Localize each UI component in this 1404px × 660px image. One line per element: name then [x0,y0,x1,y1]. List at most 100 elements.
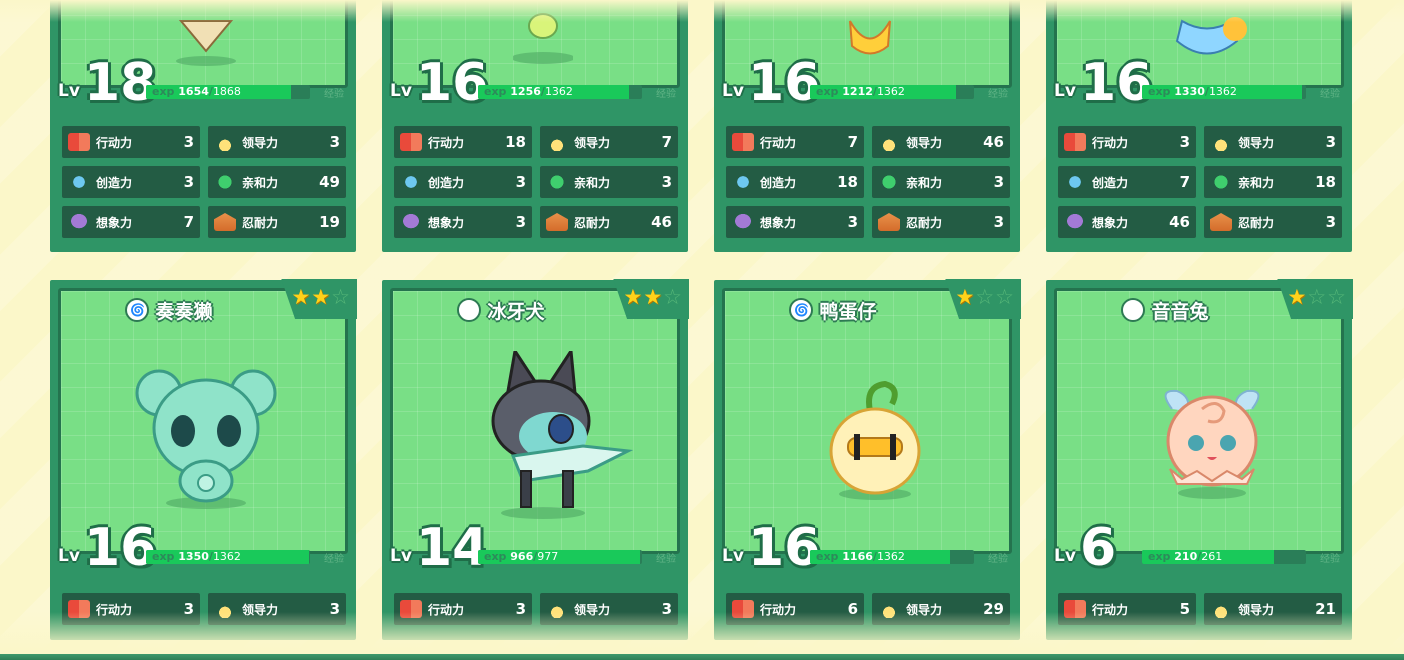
stat-imagination: 想象力 3 [726,206,864,238]
exp-button[interactable]: 经验 [324,85,344,100]
creature-card[interactable]: 🌀 鸭蛋仔 ★ ☆ ☆ Lv 16 exp 1166/1362 经验 行动力 6 领导… [714,279,1021,640]
exp-progress-bar: exp 1166/1362 [810,550,974,564]
lv-label: Lv [1054,81,1076,101]
imagination-icon [400,213,422,231]
star-empty-icon: ☆ [975,285,995,309]
star-filled-icon: ★ [1287,285,1307,309]
exp-text: exp 1350/1362 [152,550,241,563]
star-empty-icon: ☆ [1307,285,1327,309]
stat-affinity: 亲和力 3 [872,166,1010,198]
level-bar: Lv 14 exp 966/977 经验 [390,522,680,574]
affinity-icon [1210,173,1232,191]
level-bar: Lv 16 exp 1350/1362 经验 [58,522,348,574]
creature-name: 音音兔 [1151,300,1209,323]
creature-card[interactable]: 🌀 奏奏獭 ★ ★ ☆ Lv 16 exp 1350/1362 经验 行动力 3 领导… [50,279,357,640]
stats-grid: 行动力 3 领导力 3 创造力 3 亲和力 49 想象力 7 忍耐力 19 [62,126,348,238]
stat-creativity: 创造力 18 [726,166,864,198]
exp-button[interactable]: 经验 [988,550,1008,565]
action-icon [1064,133,1086,151]
star-filled-icon: ★ [291,285,311,309]
fairy-flower-icon: ✿ [1121,298,1146,322]
level-bar: Lv 16 exp 1256/1362 经验 [390,57,680,109]
creature-card[interactable]: Lv 16 exp 1256/1362 经验 行动力 18 领导力 7 创造力 3 亲… [382,0,688,252]
lv-label: Lv [390,81,412,101]
exp-button[interactable]: 经验 [988,85,1008,100]
star-empty-icon: ☆ [663,285,682,309]
exp-text: exp 966/977 [484,550,559,563]
level-bar: Lv 18 exp 1654/1868 经验 [58,57,348,109]
rarity-stars: ★ ★ ☆ [292,286,350,308]
top-fade [0,0,1404,22]
level-number: 16 [84,518,157,578]
creativity-icon [68,173,90,191]
exp-button[interactable]: 经验 [656,85,676,100]
star-filled-icon: ★ [643,285,663,309]
stat-leadership: 领导力 46 [872,126,1010,158]
creature-name: 冰牙犬 [487,300,545,323]
star-empty-icon: ☆ [995,285,1014,309]
lv-label: Lv [390,546,412,566]
lv-label: Lv [58,546,80,566]
level-number: 16 [1080,53,1153,113]
affinity-icon [878,173,900,191]
star-filled-icon: ★ [955,285,975,309]
stats-grid: 行动力 18 领导力 7 创造力 3 亲和力 3 想象力 3 忍耐力 46 [394,126,680,238]
stat-leadership: 领导力 7 [540,126,678,158]
leadership-icon [546,133,568,151]
exp-button[interactable]: 经验 [1320,550,1340,565]
creativity-icon [400,173,422,191]
stat-creativity: 创造力 3 [394,166,532,198]
level-bar: Lv 16 exp 1166/1362 经验 [722,522,1012,574]
stat-endurance: 忍耐力 46 [540,206,678,238]
stats-grid: 行动力 7 领导力 46 创造力 18 亲和力 3 想象力 3 忍耐力 3 [726,126,1012,238]
stat-action: 行动力 7 [726,126,864,158]
stat-endurance: 忍耐力 3 [872,206,1010,238]
action-icon [732,133,754,151]
exp-button[interactable]: 经验 [656,550,676,565]
creature-card[interactable]: ✿ 音音兔 ★ ☆ ☆ Lv 6 exp 210/261 经验 行动力 5 领导力 21 [1046,279,1353,640]
lv-label: Lv [58,81,80,101]
stat-leadership: 领导力 3 [208,126,346,158]
creature-card[interactable]: Lv 18 exp 1654/1868 经验 行动力 3 领导力 3 创造力 3 亲和… [50,0,356,252]
creature-name-tab: ❄ 冰牙犬 [390,290,612,330]
action-icon [400,133,422,151]
level-number: 16 [748,53,821,113]
stat-affinity: 亲和力 3 [540,166,678,198]
stat-action: 行动力 3 [1058,126,1196,158]
stat-endurance: 忍耐力 19 [208,206,346,238]
exp-text: exp 1212/1362 [816,85,905,98]
creature-card[interactable]: Lv 16 exp 1212/1362 经验 行动力 7 领导力 46 创造力 18 … [714,0,1020,252]
rarity-stars: ★ ★ ☆ [624,286,682,308]
creature-card[interactable]: ❄ 冰牙犬 ★ ★ ☆ Lv 14 exp 966/977 经验 行动力 3 领导力 3 [382,279,689,640]
stat-imagination: 想象力 46 [1058,206,1196,238]
stat-creativity: 创造力 3 [62,166,200,198]
affinity-icon [214,173,236,191]
stat-imagination: 想象力 7 [62,206,200,238]
level-number: 16 [416,53,489,113]
creature-card[interactable]: Lv 16 exp 1330/1362 经验 行动力 3 领导力 3 创造力 7 亲和… [1046,0,1352,252]
imagination-icon [68,213,90,231]
level-number: 6 [1080,518,1117,578]
imagination-icon [732,213,754,231]
exp-progress-bar: exp 1256/1362 [478,85,642,99]
stat-action: 行动力 3 [62,126,200,158]
stat-leadership: 领导力 3 [1204,126,1342,158]
level-number: 18 [84,53,157,113]
rarity-stars: ★ ☆ ☆ [956,286,1014,308]
creature-name-tab: 🌀 鸭蛋仔 [722,290,944,330]
endurance-icon [214,213,236,231]
bottom-bar [0,654,1404,660]
exp-progress-bar: exp 1212/1362 [810,85,974,99]
exp-progress-bar: exp 1654/1868 [146,85,310,99]
water-swirl-icon: 🌀 [789,298,814,322]
exp-button[interactable]: 经验 [1320,85,1340,100]
creature-sprite [1152,379,1272,499]
exp-button[interactable]: 经验 [324,550,344,565]
creativity-icon [1064,173,1086,191]
star-filled-icon: ★ [623,285,643,309]
exp-text: exp 1256/1362 [484,85,573,98]
stat-affinity: 亲和力 49 [208,166,346,198]
exp-text: exp 1330/1362 [1148,85,1237,98]
exp-progress-bar: exp 1330/1362 [1142,85,1306,99]
action-icon [68,133,90,151]
